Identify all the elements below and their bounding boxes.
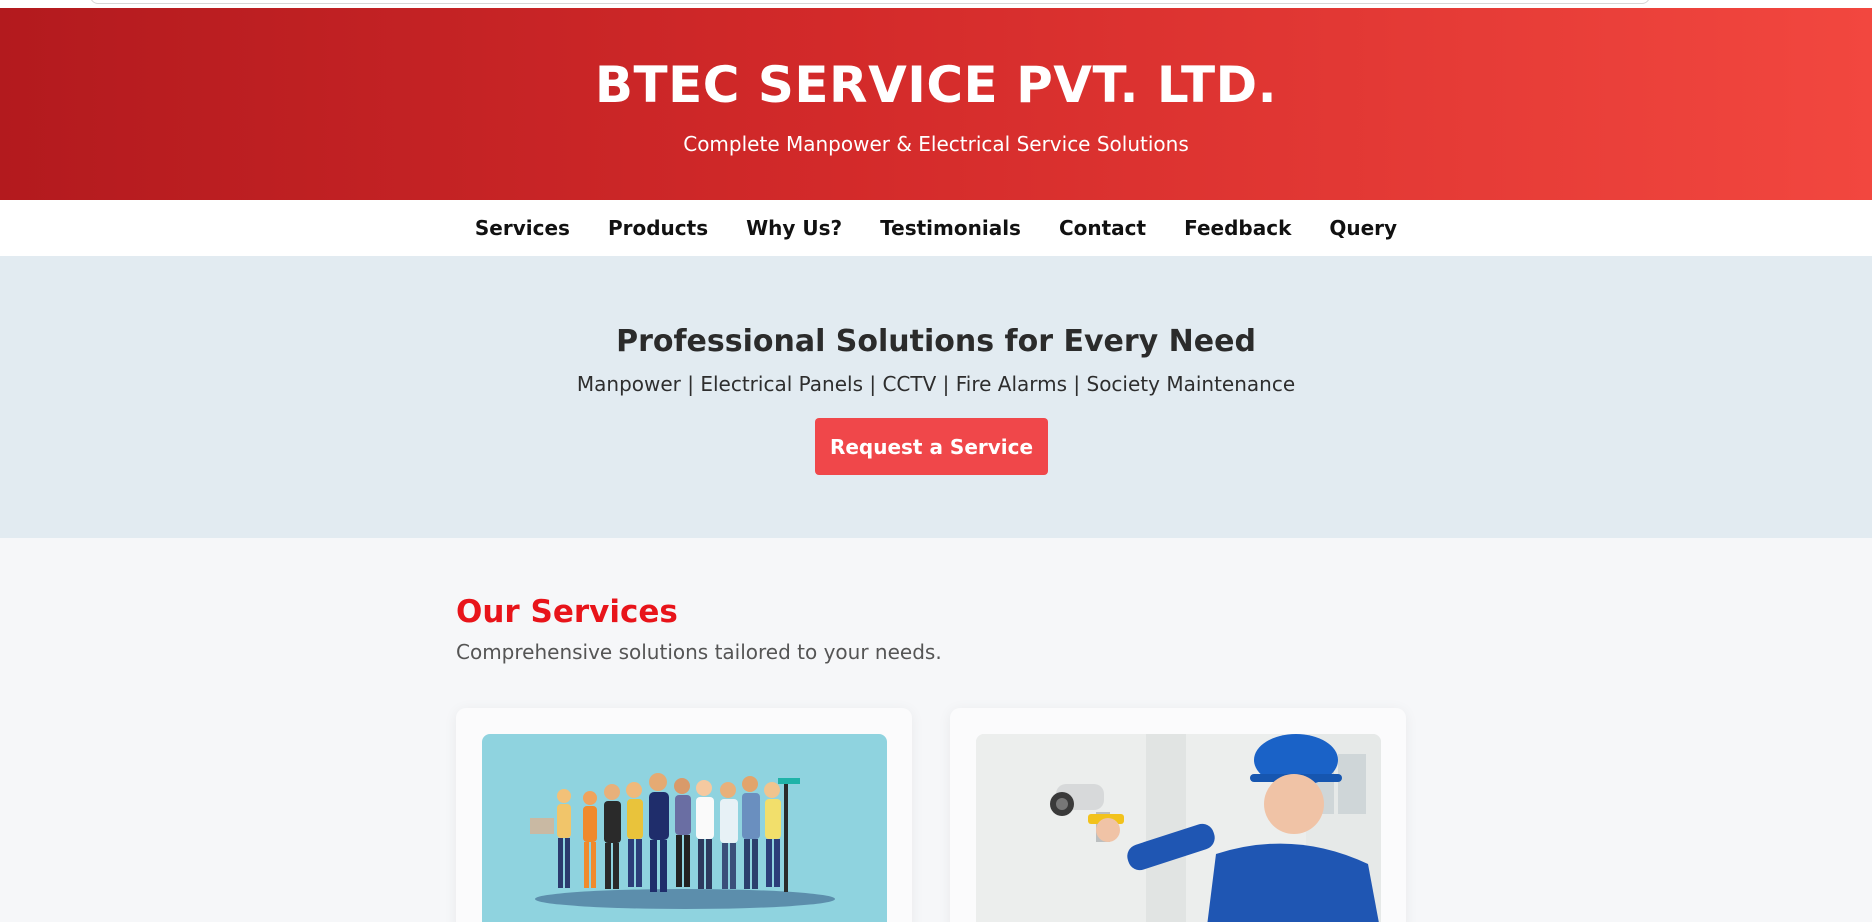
nav-link-contact[interactable]: Contact	[1059, 216, 1146, 240]
workforce-group-illustration	[482, 734, 887, 922]
company-tagline: Complete Manpower & Electrical Service S…	[683, 132, 1189, 156]
service-card-cctv[interactable]	[950, 708, 1406, 922]
hero-subtitle: Manpower | Electrical Panels | CCTV | Fi…	[576, 372, 1296, 396]
nav-link-why-us[interactable]: Why Us?	[746, 216, 842, 240]
site-header: BTEC SERVICE PVT. LTD. Complete Manpower…	[0, 8, 1872, 200]
services-lead: Comprehensive solutions tailored to your…	[456, 640, 942, 664]
nav-link-products[interactable]: Products	[608, 216, 708, 240]
services-title: Our Services	[456, 594, 678, 630]
main-nav: Services Products Why Us? Testimonials C…	[0, 200, 1872, 256]
browser-top-strip	[0, 0, 1872, 8]
nav-link-services[interactable]: Services	[475, 216, 570, 240]
services-section: Our Services Comprehensive solutions tai…	[0, 538, 1872, 922]
hero-title: Professional Solutions for Every Need	[616, 324, 1256, 359]
address-bar-edge	[90, 0, 1650, 4]
company-title: BTEC SERVICE PVT. LTD.	[594, 56, 1278, 114]
nav-link-query[interactable]: Query	[1329, 216, 1397, 240]
request-service-button[interactable]: Request a Service	[815, 418, 1048, 475]
service-card-manpower[interactable]	[456, 708, 912, 922]
nav-link-feedback[interactable]: Feedback	[1184, 216, 1291, 240]
hero-section: Professional Solutions for Every Need Ma…	[0, 256, 1872, 538]
cctv-technician-photo	[976, 734, 1381, 922]
nav-link-testimonials[interactable]: Testimonials	[880, 216, 1021, 240]
